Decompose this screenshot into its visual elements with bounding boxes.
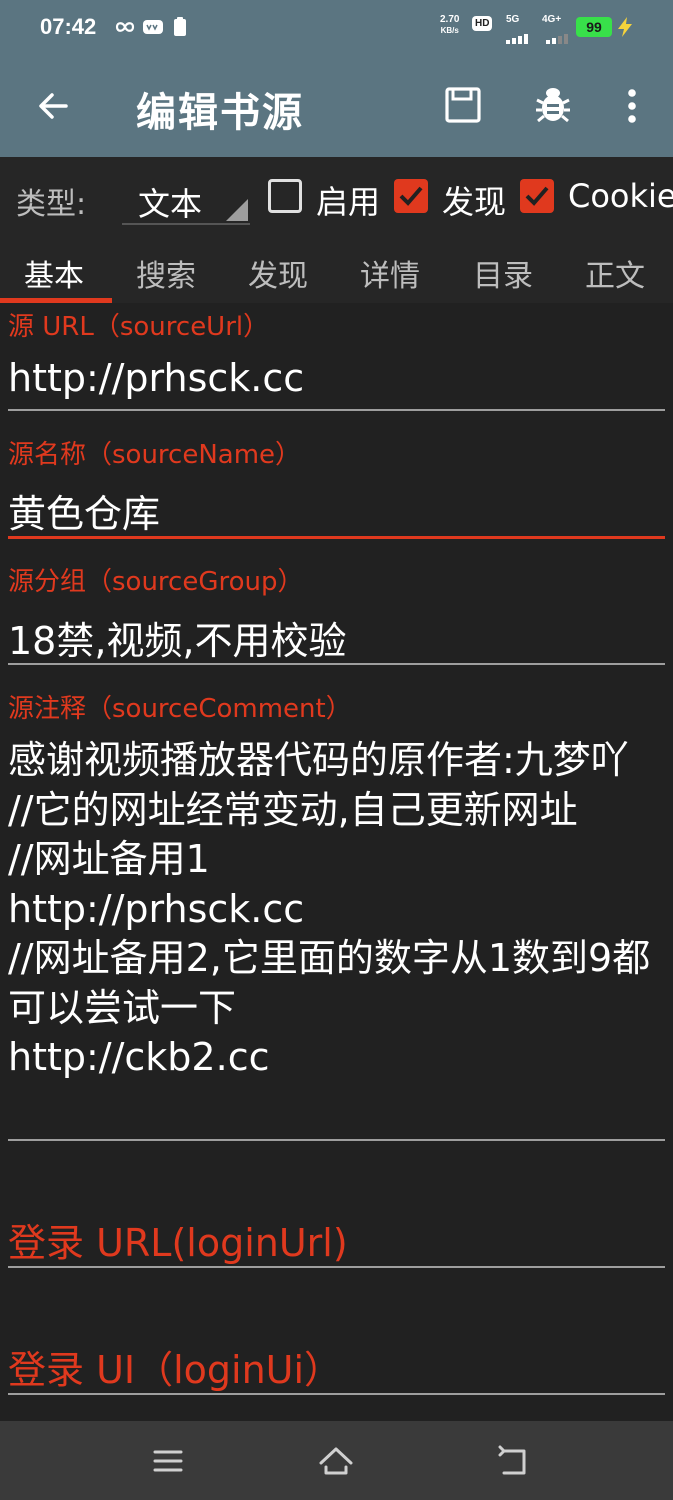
app-toolbar: 编辑书源	[0, 56, 673, 157]
hd-voice-icon: HD	[472, 16, 493, 31]
source-url-input[interactable]: http://prhsck.cc	[8, 356, 304, 400]
tab-basic[interactable]: 基本	[24, 251, 84, 295]
enable-checkbox[interactable]	[268, 179, 302, 213]
menu-icon[interactable]	[150, 1443, 186, 1479]
source-url-underline	[8, 409, 665, 411]
back-icon[interactable]	[496, 1443, 532, 1479]
enable-label: 启用	[316, 183, 381, 221]
discover-label: 发现	[442, 183, 507, 221]
active-tab-indicator	[0, 298, 112, 303]
type-dropdown[interactable]: 文本	[122, 167, 250, 225]
back-arrow-icon[interactable]	[34, 86, 74, 126]
home-icon[interactable]	[318, 1443, 354, 1479]
type-dropdown-value: 文本	[138, 185, 203, 223]
source-name-input[interactable]: 黄色仓库	[8, 483, 160, 538]
network-5g-label: 5G	[506, 14, 520, 25]
system-nav-bar	[0, 1421, 673, 1500]
network-speed: 2.70 KB/s	[440, 14, 459, 36]
infinity-icon	[115, 22, 135, 32]
vivo-app-icon	[143, 20, 163, 34]
cookie-label: Cookie	[568, 177, 673, 215]
checkmark-icon	[399, 186, 423, 206]
source-group-label: 源分组（sourceGroup）	[8, 567, 304, 597]
tab-toc[interactable]: 目录	[473, 251, 533, 295]
login-ui-input[interactable]: 登录 UI（loginUi）	[8, 1339, 342, 1394]
source-comment-label: 源注释（sourceComment）	[8, 694, 352, 724]
discover-checkbox[interactable]	[394, 179, 428, 213]
clipboard-icon	[174, 17, 186, 36]
type-label: 类型:	[16, 187, 87, 222]
tab-discover[interactable]: 发现	[248, 251, 308, 295]
source-name-underline	[8, 536, 665, 539]
signal-icon-1	[506, 34, 528, 44]
speed-value: 2.70	[440, 14, 460, 25]
login-url-input[interactable]: 登录 URL(loginUrl)	[8, 1212, 348, 1267]
tab-search[interactable]: 搜索	[136, 251, 196, 295]
charging-icon	[618, 17, 632, 37]
dropdown-triangle-icon	[226, 199, 248, 221]
checkmark-icon	[525, 186, 549, 206]
tab-content[interactable]: 正文	[585, 251, 645, 295]
tab-bar: 基本 搜索 发现 详情 目录 正文	[0, 235, 673, 303]
battery-indicator: 99	[576, 17, 612, 37]
more-options-icon[interactable]	[620, 86, 644, 126]
source-comment-input[interactable]: 感谢视频播放器代码的原作者:九梦吖 //它的网址经常变动,自己更新网址 //网址…	[8, 736, 668, 1083]
speed-unit: KB/s	[440, 26, 459, 35]
source-name-label: 源名称（sourceName）	[8, 440, 302, 470]
login-ui-underline	[8, 1393, 665, 1395]
source-options-row: 类型: 文本 启用 发现 Cookie	[0, 157, 673, 235]
status-time: 07:42	[40, 14, 97, 39]
source-url-label: 源 URL（sourceUrl）	[8, 312, 270, 342]
save-icon[interactable]	[444, 86, 482, 124]
source-group-input[interactable]: 18禁,视频,不用校验	[8, 610, 347, 665]
source-comment-underline	[8, 1139, 665, 1141]
debug-bug-icon[interactable]	[534, 84, 572, 124]
login-url-underline	[8, 1266, 665, 1268]
source-group-underline	[8, 663, 665, 665]
status-bar: 07:42 2.70 KB/s HD 5G 4G+ 99	[0, 0, 673, 56]
network-4g-label: 4G+	[542, 14, 562, 25]
page-title: 编辑书源	[136, 90, 304, 136]
cookie-checkbox[interactable]	[520, 179, 554, 213]
signal-icon-2	[546, 34, 568, 44]
tab-detail[interactable]: 详情	[360, 251, 420, 295]
